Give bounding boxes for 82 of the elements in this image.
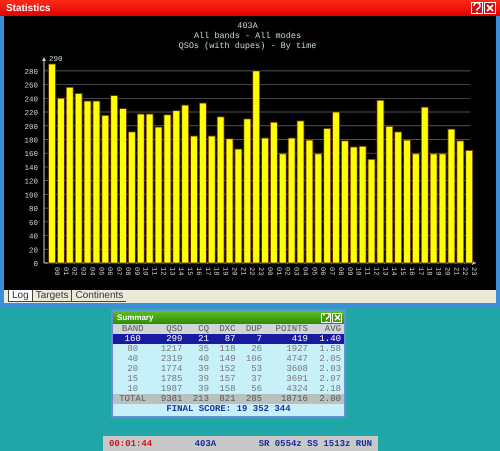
table-cell: 157 <box>212 374 239 384</box>
table-cell: 1987 <box>152 384 186 394</box>
table-cell: 53 <box>238 364 266 374</box>
table-row[interactable]: 160 299 21 87 7 419 1.40 <box>113 334 344 344</box>
table-cell: 1774 <box>152 364 186 374</box>
callsign-text: 403A <box>194 438 216 448</box>
column-header: CQ <box>185 324 212 334</box>
table-cell: 419 <box>265 334 311 344</box>
table-row[interactable]: 20 1774 39 152 53 3608 2.03 <box>113 364 344 374</box>
table-cell: 4324 <box>265 384 311 394</box>
total-cell: 2.00 <box>310 394 344 404</box>
table-cell: 1927 <box>265 344 311 354</box>
table-cell: 2.03 <box>310 364 344 374</box>
window-title: Summary <box>117 313 154 322</box>
help-button[interactable] <box>471 2 483 14</box>
table-cell: 158 <box>212 384 239 394</box>
table-cell: 2.07 <box>310 374 344 384</box>
timer-text: 00:01:44 <box>109 438 152 448</box>
table-cell: 21 <box>185 334 212 344</box>
window-title: Statistics <box>6 2 50 14</box>
table-cell: 80 <box>113 344 152 354</box>
table-cell: 26 <box>238 344 266 354</box>
table-cell: 4747 <box>265 354 311 364</box>
total-cell: 9381 <box>152 394 186 404</box>
column-header: POINTS <box>265 324 311 334</box>
table-cell: 87 <box>212 334 239 344</box>
table-cell: 1.40 <box>310 334 344 344</box>
tab[interactable]: Continents <box>71 290 126 302</box>
column-header: BAND <box>113 324 152 334</box>
table-row[interactable]: 80 1217 35 118 26 1927 1.58 <box>113 344 344 354</box>
close-icon <box>334 314 340 321</box>
help-icon <box>322 313 330 322</box>
table-cell: 40 <box>185 354 212 364</box>
help-button[interactable] <box>321 312 331 322</box>
table-row[interactable]: 40 2319 40 149 106 4747 2.05 <box>113 354 344 364</box>
table-cell: 40 <box>113 354 152 364</box>
table-cell: 2.18 <box>310 384 344 394</box>
total-cell: 18716 <box>265 394 311 404</box>
total-cell: 213 <box>185 394 212 404</box>
close-icon <box>486 4 494 12</box>
sun-info-text: SR 0554z SS 1513z RUN <box>258 438 372 448</box>
table-cell: 149 <box>212 354 239 364</box>
table-cell: 1217 <box>152 344 186 354</box>
table-cell: 2319 <box>152 354 186 364</box>
tab[interactable]: Log <box>8 290 32 302</box>
table-cell: 35 <box>185 344 212 354</box>
table-cell: 1.58 <box>310 344 344 354</box>
close-button[interactable] <box>332 312 342 322</box>
table-cell: 37 <box>238 374 266 384</box>
final-score: FINAL SCORE: 19 352 344 <box>166 404 291 414</box>
tab[interactable]: Targets <box>32 290 72 302</box>
table-cell: 20 <box>113 364 152 374</box>
table-cell: 106 <box>238 354 266 364</box>
table-cell: 10 <box>113 384 152 394</box>
chart-title: QSOs (with dupes) - By time <box>178 41 316 51</box>
table-cell: 15 <box>113 374 152 384</box>
column-header: AVG <box>310 324 344 334</box>
column-header: DXC <box>212 324 239 334</box>
table-cell: 7 <box>238 334 266 344</box>
table-cell: 1785 <box>152 374 186 384</box>
table-row[interactable]: 15 1785 39 157 37 3691 2.07 <box>113 374 344 384</box>
table-cell: 2.05 <box>310 354 344 364</box>
table-cell: 39 <box>185 374 212 384</box>
total-cell: 821 <box>212 394 239 404</box>
total-cell: 285 <box>238 394 266 404</box>
table-row[interactable]: 10 1987 39 158 56 4324 2.18 <box>113 384 344 394</box>
chart-title: All bands - All modes <box>194 31 302 41</box>
table-cell: 299 <box>152 334 186 344</box>
table-cell: 118 <box>212 344 239 354</box>
table-cell: 39 <box>185 384 212 394</box>
column-header: QSO <box>152 324 186 334</box>
close-button[interactable] <box>484 2 496 14</box>
table-cell: 160 <box>113 334 152 344</box>
table-cell: 39 <box>185 364 212 374</box>
table-cell: 56 <box>238 384 266 394</box>
column-header: DUP <box>238 324 266 334</box>
table-cell: 152 <box>212 364 239 374</box>
table-cell: 3608 <box>265 364 311 374</box>
chart-title: 403A <box>237 21 258 31</box>
total-cell: TOTAL <box>113 394 152 404</box>
table-cell: 3691 <box>265 374 311 384</box>
help-icon <box>473 3 481 13</box>
